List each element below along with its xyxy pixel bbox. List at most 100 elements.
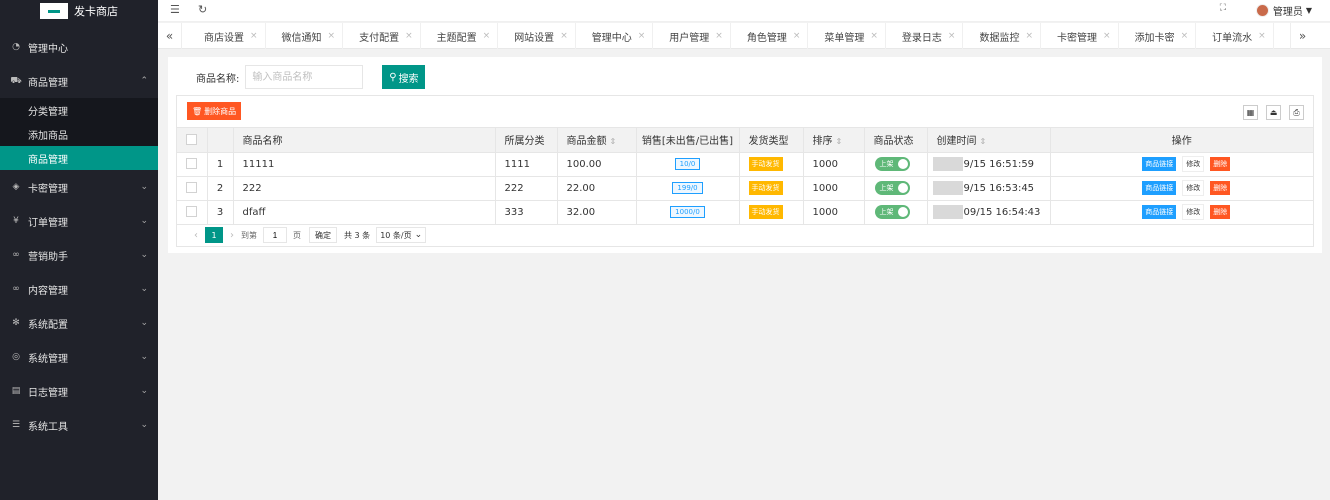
cart-icon: ⛟ bbox=[10, 75, 22, 86]
product-link-button[interactable]: 商品链接 bbox=[1142, 205, 1177, 219]
goto-page-input[interactable] bbox=[263, 227, 287, 243]
status-toggle[interactable]: 上架 bbox=[864, 176, 928, 201]
sidebar-subitem[interactable]: 商品管理 bbox=[0, 146, 158, 170]
search-button[interactable]: ⚲ 搜索 bbox=[382, 65, 426, 89]
sidebar-item[interactable]: ¥ 订单管理 ⌄ bbox=[0, 204, 158, 238]
per-page-select[interactable]: 10 条/页 ⌄ bbox=[376, 227, 427, 243]
search-label: 商品名称: bbox=[196, 73, 240, 85]
edit-button[interactable]: 修改 bbox=[1182, 180, 1205, 196]
select-all-checkbox[interactable] bbox=[177, 128, 208, 153]
tab[interactable]: 菜单管理 × bbox=[808, 23, 886, 49]
tabs-scroll-right-icon[interactable]: » bbox=[1290, 23, 1314, 49]
row-actions: 商品链接 修改 删除 bbox=[1050, 176, 1313, 201]
tab[interactable]: 添加卡密 × bbox=[1119, 23, 1197, 49]
product-name: dfaff bbox=[233, 200, 496, 225]
edit-button[interactable]: 修改 bbox=[1182, 156, 1205, 172]
prev-page-icon[interactable]: ‹ bbox=[194, 230, 198, 241]
tab[interactable]: 数据监控 × bbox=[963, 23, 1042, 49]
close-icon[interactable]: × bbox=[948, 31, 956, 41]
sidebar-item[interactable]: ∞ 营销助手 ⌄ bbox=[0, 238, 158, 272]
refresh-icon[interactable]: ↻ bbox=[198, 3, 207, 16]
delete-products-button[interactable]: 🗑 删除商品 bbox=[187, 102, 242, 120]
col-sort[interactable]: 排序 ⇕ bbox=[803, 128, 865, 153]
col-status: 商品状态 bbox=[864, 128, 928, 153]
tab[interactable]: 支付配置 × bbox=[343, 23, 421, 49]
close-icon[interactable]: × bbox=[793, 31, 801, 41]
delete-button[interactable]: 删除 bbox=[1210, 157, 1231, 171]
row-checkbox[interactable] bbox=[177, 176, 208, 201]
close-icon[interactable]: × bbox=[250, 31, 258, 41]
current-page[interactable]: 1 bbox=[205, 227, 223, 243]
chevron-up-icon: ⌃ bbox=[140, 76, 148, 86]
row-checkbox[interactable] bbox=[177, 200, 208, 225]
col-index bbox=[207, 128, 234, 153]
tab[interactable]: 主题配置 × bbox=[421, 23, 499, 49]
redaction bbox=[932, 157, 963, 171]
product-sales: 199/0 bbox=[636, 176, 740, 201]
close-icon[interactable]: × bbox=[560, 31, 568, 41]
close-icon[interactable]: × bbox=[638, 31, 646, 41]
table-row: 3 dfaff 333 32.00 1000/0 手动发货 1000 上架 09/15 16:5… bbox=[177, 200, 1313, 225]
close-icon[interactable]: × bbox=[328, 31, 336, 41]
status-toggle[interactable]: 上架 bbox=[864, 200, 928, 225]
tab[interactable]: 添加优惠券× bbox=[1274, 23, 1291, 49]
sidebar-item[interactable]: ◔ 管理中心 bbox=[0, 30, 158, 64]
fullscreen-icon[interactable]: ⛶ bbox=[1220, 3, 1226, 13]
trash-icon: 🗑 bbox=[192, 106, 203, 116]
close-icon[interactable]: × bbox=[405, 31, 413, 41]
status-toggle[interactable]: 上架 bbox=[864, 152, 928, 177]
tab[interactable]: 网站设置 × bbox=[498, 23, 576, 49]
tab-bar: « 商店设置 × 微信通知 × 支付配置 × 主题配置 × 网站设置 × 管理中心 × 用户管理 × 角色管… bbox=[158, 23, 1330, 49]
export-icon[interactable]: ⏏ bbox=[1266, 105, 1281, 120]
sidebar-item[interactable]: ◎ 系统管理 ⌄ bbox=[0, 340, 158, 374]
tab[interactable]: 登录日志 × bbox=[886, 23, 964, 49]
tab[interactable]: 角色管理 × bbox=[731, 23, 809, 49]
tab[interactable]: 管理中心 × bbox=[576, 23, 654, 49]
goto-confirm-button[interactable]: 确定 bbox=[309, 227, 337, 243]
sidebar-subitem[interactable]: 分类管理 bbox=[0, 98, 158, 122]
product-name: 11111 bbox=[233, 152, 496, 177]
product-link-button[interactable]: 商品链接 bbox=[1142, 181, 1177, 195]
col-amount[interactable]: 商品金额 ⇕ bbox=[557, 128, 637, 153]
close-icon[interactable]: × bbox=[870, 31, 878, 41]
tab[interactable]: 微信通知 × bbox=[266, 23, 344, 49]
print-icon[interactable]: ⎙ bbox=[1289, 105, 1304, 120]
chevron-down-icon: ⌄ bbox=[140, 386, 148, 396]
close-icon[interactable]: × bbox=[1258, 31, 1266, 41]
tab-label: 数据监控 bbox=[979, 32, 1020, 44]
columns-icon[interactable]: ▦ bbox=[1243, 105, 1258, 120]
sidebar-item[interactable]: ◈ 卡密管理 ⌄ bbox=[0, 170, 158, 204]
sidebar-item[interactable]: ▤ 日志管理 ⌄ bbox=[0, 374, 158, 408]
sidebar-item[interactable]: ☰ 系统工具 ⌄ bbox=[0, 408, 158, 442]
tab[interactable]: 卡密管理 × bbox=[1041, 23, 1119, 49]
close-icon[interactable]: × bbox=[1103, 31, 1111, 41]
delete-button[interactable]: 删除 bbox=[1210, 205, 1231, 219]
close-icon[interactable]: × bbox=[715, 31, 723, 41]
user-menu[interactable]: 管理员 ▼ bbox=[1255, 3, 1312, 18]
menu-toggle-icon[interactable]: ☰ bbox=[170, 3, 180, 16]
next-page-icon[interactable]: › bbox=[230, 230, 234, 241]
app-logo[interactable]: 发卡商店 bbox=[0, 0, 158, 22]
tabs-scroll-left-icon[interactable]: « bbox=[158, 23, 182, 49]
search-icon: ⚲ bbox=[389, 71, 397, 83]
search-input[interactable] bbox=[245, 65, 364, 89]
sidebar-subitem[interactable]: 添加商品 bbox=[0, 122, 158, 146]
sidebar-item-label: 系统工具 bbox=[28, 421, 68, 433]
tab[interactable]: 商店设置 × bbox=[188, 23, 266, 49]
close-icon[interactable]: × bbox=[1025, 31, 1033, 41]
close-icon[interactable]: × bbox=[483, 31, 491, 41]
sidebar-item[interactable]: ∞ 内容管理 ⌄ bbox=[0, 272, 158, 306]
sidebar-item[interactable]: ✻ 系统配置 ⌄ bbox=[0, 306, 158, 340]
sidebar-item[interactable]: ⛟ 商品管理 ⌃ bbox=[0, 64, 158, 98]
tab[interactable]: 订单流水 × bbox=[1196, 23, 1274, 49]
sidebar-item-label: 管理中心 bbox=[28, 43, 68, 55]
product-link-button[interactable]: 商品链接 bbox=[1142, 157, 1177, 171]
col-created[interactable]: 创建时间 ⇕ bbox=[927, 128, 1051, 153]
close-icon[interactable]: × bbox=[1181, 31, 1189, 41]
row-checkbox[interactable] bbox=[177, 152, 208, 177]
delete-button[interactable]: 删除 bbox=[1210, 181, 1231, 195]
chevron-down-icon: ⌄ bbox=[414, 230, 423, 240]
product-category: 222 bbox=[495, 176, 558, 201]
edit-button[interactable]: 修改 bbox=[1182, 204, 1205, 220]
tab[interactable]: 用户管理 × bbox=[653, 23, 731, 49]
